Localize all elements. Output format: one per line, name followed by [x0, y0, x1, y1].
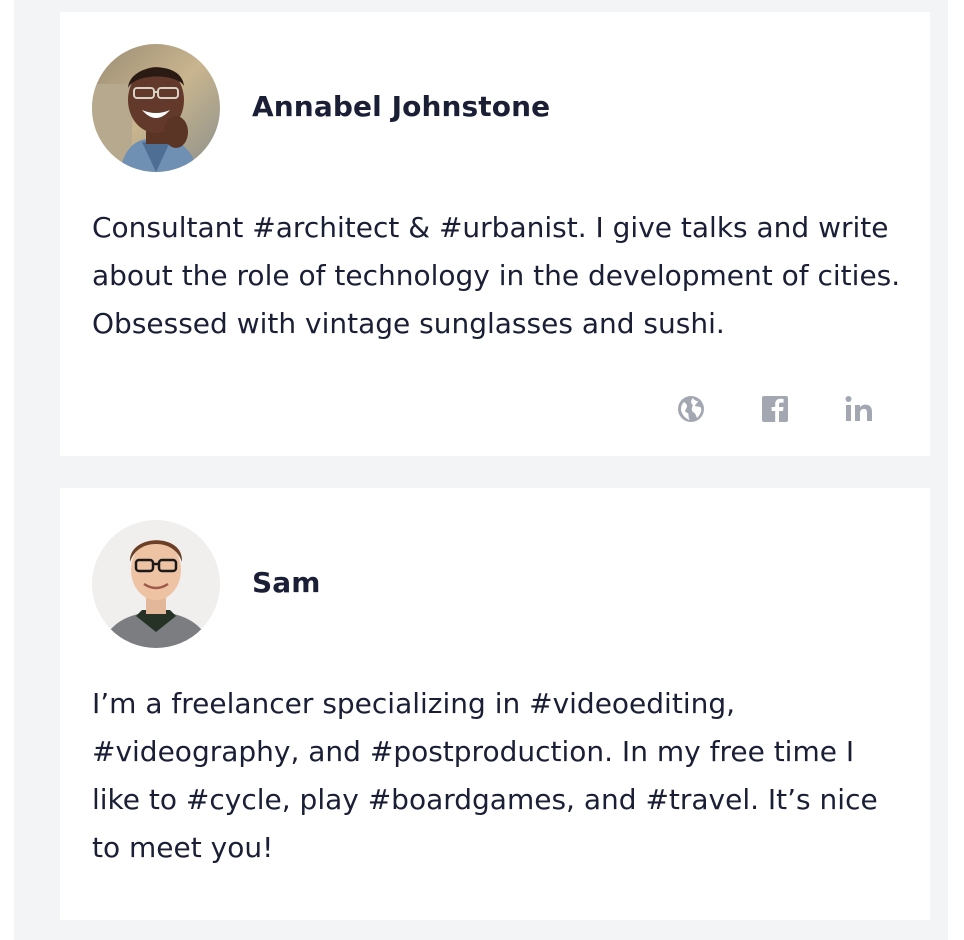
profile-list: Annabel Johnstone Consultant #architect … [14, 0, 948, 940]
globe-icon[interactable] [676, 394, 706, 424]
profile-bio: I’m a freelancer specializing in #videoe… [92, 687, 878, 864]
profile-name: Sam [252, 566, 321, 599]
avatar[interactable] [92, 44, 220, 172]
avatar[interactable] [92, 520, 220, 648]
profile-bio: Consultant #architect & #urbanist. I giv… [92, 211, 901, 340]
profile-card: Sam I’m a freelancer specializing in #vi… [60, 488, 930, 920]
profile-card: Annabel Johnstone Consultant #architect … [60, 12, 930, 456]
linkedin-icon[interactable] [844, 394, 874, 424]
profile-name: Annabel Johnstone [252, 90, 551, 123]
facebook-icon[interactable] [760, 394, 790, 424]
social-links [676, 394, 874, 424]
profile-page: Annabel Johnstone Consultant #architect … [0, 0, 964, 940]
